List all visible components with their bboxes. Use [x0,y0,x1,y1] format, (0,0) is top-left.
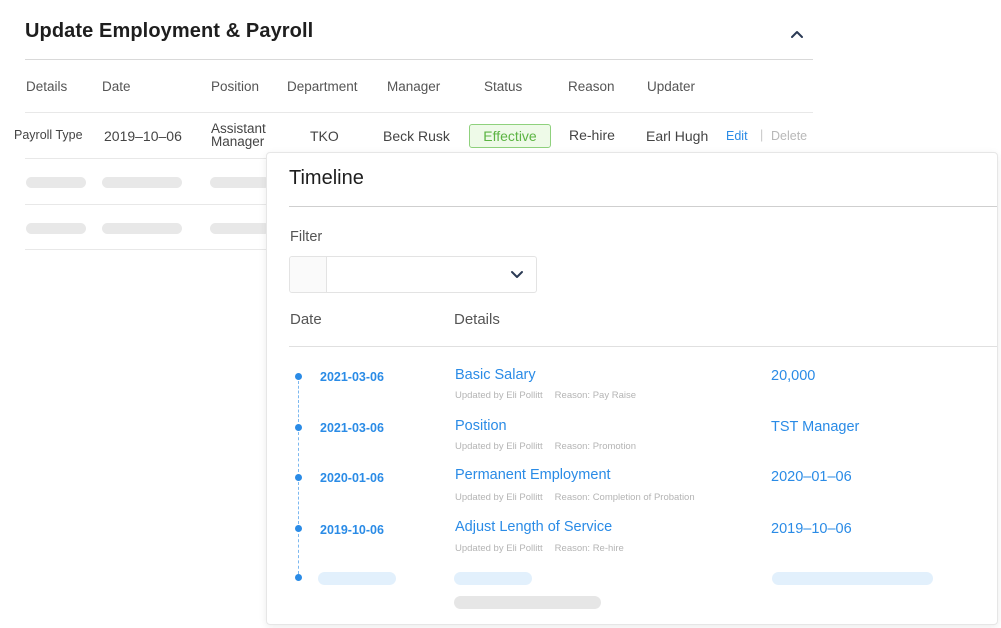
column-header-status: Status [484,79,523,94]
updated-by: Updated by Eli Pollitt [455,543,543,554]
cell-department: TKO [310,128,339,144]
timeline-dot [295,474,302,481]
timeline-item-meta: Updated by Eli Pollitt Reason: Pay Raise [455,390,636,401]
timeline-item-value: 2020–01–06 [771,469,852,485]
filter-select[interactable] [289,256,537,293]
timeline-connector [298,381,299,422]
section-title: Update Employment & Payroll [25,20,314,42]
updated-by: Updated by Eli Pollitt [455,492,543,503]
timeline-item-meta: Updated by Eli Pollitt Reason: Completion… [455,492,695,503]
cell-reason: Re-hire [569,127,615,143]
skeleton-bar [102,223,182,234]
reason: Reason: Completion of Probation [554,492,695,503]
chevron-down-icon[interactable] [510,269,524,281]
skeleton-bar [454,596,601,609]
timeline-date: 2021-03-06 [320,421,384,435]
timeline-item-title[interactable]: Basic Salary [455,367,536,383]
column-header-reason: Reason [568,79,615,94]
column-header-updater: Updater [647,79,696,94]
timeline-date: 2019-10-06 [320,523,384,537]
chevron-up-icon[interactable] [789,26,805,42]
skeleton-bar [102,177,182,188]
action-separator: | [760,128,764,142]
column-header-position: Position [211,79,260,94]
timeline-item-value: 20,000 [771,368,816,384]
row-divider [25,112,813,113]
column-header-date: Date [102,79,131,94]
reason: Reason: Promotion [554,441,636,452]
column-header-department: Department [287,79,358,94]
delete-link[interactable]: Delete [771,129,807,143]
timeline-title: Timeline [289,167,364,189]
skeleton-bar [26,223,86,234]
reason: Reason: Pay Raise [554,390,636,401]
timeline-item-meta: Updated by Eli Pollitt Reason: Re-hire [455,543,624,554]
cell-date: 2019–10–06 [104,128,182,144]
skeleton-bar [318,572,396,585]
filter-prefix [290,257,327,292]
timeline-item-title[interactable]: Adjust Length of Service [455,519,612,535]
timeline-item-title[interactable]: Permanent Employment [455,467,611,483]
timeline-connector [298,534,299,574]
timeline-dot [295,424,302,431]
cell-updater: Earl Hugh [646,128,709,144]
cell-manager: Beck Rusk [383,128,450,144]
skeleton-bar [772,572,933,585]
timeline-date: 2021-03-06 [320,370,384,384]
filter-label: Filter [290,229,323,245]
skeleton-bar [210,223,270,234]
timeline-dot [295,525,302,532]
updated-by: Updated by Eli Pollitt [455,390,543,401]
column-header-manager: Manager [387,79,441,94]
timeline-item-meta: Updated by Eli Pollitt Reason: Promotion [455,441,636,452]
section-header: Update Employment & Payroll [25,18,813,60]
timeline-panel: Timeline Filter Date Details 2021-03-06 … [266,152,998,625]
timeline-item-title[interactable]: Position [455,418,507,434]
cell-details: Payroll Type [14,128,83,142]
cell-position: Assistant Manager [211,122,266,149]
reason: Reason: Re-hire [554,543,624,554]
updated-by: Updated by Eli Pollitt [455,441,543,452]
timeline-item-value: TST Manager [771,419,860,435]
skeleton-bar [210,177,270,188]
cell-position-line2: Manager [211,134,265,149]
status-badge: Effective [469,124,551,148]
edit-link[interactable]: Edit [726,129,748,143]
timeline-item-value: 2019–10–06 [771,521,852,537]
header-divider [289,346,997,347]
skeleton-bar [454,572,532,585]
timeline-connector [298,482,299,524]
timeline-column-date: Date [290,311,322,328]
title-divider [289,206,997,207]
skeleton-bar [26,177,86,188]
column-header-details: Details [26,79,68,94]
timeline-column-details: Details [454,311,500,328]
timeline-date: 2020-01-06 [320,471,384,485]
timeline-dot [295,574,302,581]
timeline-connector [298,432,299,472]
timeline-dot [295,373,302,380]
